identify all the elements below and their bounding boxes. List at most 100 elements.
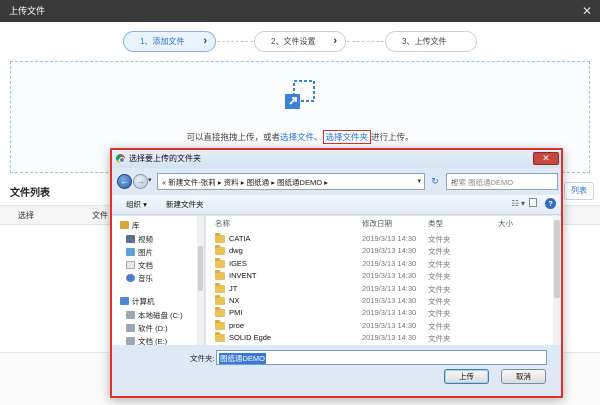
refresh-icon[interactable]: ↻ — [428, 173, 442, 190]
navigation-pane: 库 视频 图片 文档 音乐 计算机 本地磁盘 (C:) 软件 (D:) 文档 (… — [112, 216, 205, 345]
nav-item-drive-c[interactable]: 本地磁盘 (C:) — [126, 310, 183, 321]
chevron-down-icon[interactable]: ▾ — [417, 177, 421, 185]
library-icon — [120, 221, 129, 229]
folder-name-input[interactable]: 图纸通DEMO — [216, 350, 547, 365]
folder-name-value: 图纸通DEMO — [219, 353, 266, 364]
file-type: 文件夹 — [428, 272, 451, 282]
step-divider — [217, 41, 253, 42]
column-select: 选择 — [18, 211, 34, 220]
upload-button[interactable]: 上传 — [444, 369, 489, 384]
search-input[interactable]: 搜索 图纸通DEMO ⌕ — [446, 173, 558, 190]
drive-icon — [126, 337, 135, 345]
back-button[interactable]: ← — [117, 174, 132, 189]
nav-item-drive-e[interactable]: 文档 (E:) — [126, 336, 167, 345]
file-type: 文件夹 — [428, 284, 451, 294]
view-options-icon[interactable]: ☷ ▾ — [512, 199, 525, 208]
nav-item-music[interactable]: 音乐 — [126, 273, 153, 284]
preview-pane-icon[interactable] — [529, 198, 537, 207]
folder-picker-dialog: 选择要上传的文件夹 ✕ ← → ▾ « 新建文件-张莉 ▸ 资料 ▸ 图纸通 ▸… — [110, 148, 563, 398]
file-date: 2019/3/13 14:30 — [362, 283, 417, 293]
recent-dropdown-icon[interactable]: ▾ — [148, 176, 152, 184]
close-icon[interactable]: ✕ — [582, 0, 592, 22]
file-date: 2019/3/13 14:30 — [362, 271, 417, 281]
nav-item-computer[interactable]: 计算机 — [120, 296, 155, 307]
file-row[interactable]: PMI 2019/3/13 14:30 文件夹 — [206, 307, 551, 319]
close-button[interactable]: ✕ — [533, 152, 559, 165]
list-scrollbar[interactable] — [553, 216, 561, 345]
file-row[interactable]: IGES 2019/3/13 14:30 文件夹 — [206, 257, 551, 270]
file-row[interactable]: JT 2019/3/13 14:30 文件夹 — [206, 282, 551, 295]
help-icon[interactable]: ? — [545, 198, 556, 209]
select-folder-link[interactable]: 选择文件夹 — [322, 130, 372, 144]
folder-icon — [215, 332, 225, 343]
file-type: 文件夹 — [428, 334, 451, 344]
address-bar[interactable]: « 新建文件-张莉 ▸ 资料 ▸ 图纸通 ▸ 图纸通DEMO ▸ ▾ — [157, 173, 425, 190]
picker-title-bar: 选择要上传的文件夹 ✕ — [112, 150, 561, 168]
file-name: NX — [229, 296, 240, 305]
file-date: 2019/3/13 14:30 — [362, 246, 417, 256]
file-row[interactable]: dwg 2019/3/13 14:30 文件夹 — [206, 245, 551, 257]
folder-icon — [215, 307, 225, 318]
column-name[interactable]: 名称 — [215, 218, 230, 229]
file-type: 文件夹 — [428, 247, 451, 257]
file-type: 文件夹 — [428, 321, 451, 331]
folder-icon — [215, 270, 225, 281]
music-icon — [126, 274, 135, 282]
folder-label: 文件夹: — [190, 354, 215, 363]
step-file-settings[interactable]: 2、文件设置 › — [254, 31, 346, 52]
new-folder-button[interactable]: 新建文件夹 — [166, 199, 204, 210]
nav-scrollbar[interactable] — [197, 216, 204, 345]
scroll-thumb[interactable] — [198, 246, 203, 291]
folder-icon — [215, 245, 225, 256]
nav-item-videos[interactable]: 视频 — [126, 234, 153, 245]
organize-menu[interactable]: 组织 ▾ — [126, 199, 147, 210]
step-upload-files[interactable]: 3、上传文件 — [385, 31, 477, 52]
chrome-icon — [116, 154, 125, 163]
file-row[interactable]: INVENT 2019/3/13 14:30 文件夹 — [206, 270, 551, 282]
folder-icon — [215, 233, 225, 243]
file-name: dwg — [229, 246, 243, 256]
file-type: 文件夹 — [428, 259, 451, 269]
scroll-thumb[interactable] — [554, 220, 560, 298]
drive-icon — [126, 324, 135, 332]
file-row[interactable]: NX 2019/3/13 14:30 文件夹 — [206, 295, 551, 307]
folder-icon — [215, 319, 225, 330]
list-column-headers: 名称 修改日期 类型 大小 — [206, 216, 561, 231]
search-icon[interactable]: ⌕ — [451, 176, 554, 187]
command-bar: 组织 ▾ 新建文件夹 ☷ ▾ ? — [112, 195, 561, 215]
chevron-right-icon: › — [203, 35, 207, 47]
file-name: SOLID Egde — [229, 333, 272, 343]
forward-button[interactable]: → — [133, 174, 148, 189]
upload-icon — [285, 80, 315, 109]
file-date: 2019/3/13 14:30 — [362, 258, 417, 268]
column-file: 文件 — [92, 211, 108, 220]
folder-icon — [215, 282, 225, 293]
nav-item-drive-d[interactable]: 软件 (D:) — [126, 323, 168, 334]
picker-title: 选择要上传的文件夹 — [129, 154, 201, 163]
file-name: CATIA — [229, 234, 251, 243]
file-row[interactable]: SOLID Egde 2019/3/13 14:30 文件夹 — [206, 332, 551, 344]
drive-icon — [126, 311, 135, 319]
file-row[interactable]: proe 2019/3/13 14:30 文件夹 — [206, 319, 551, 332]
list-action-button[interactable]: 列表 — [564, 182, 594, 200]
document-icon — [126, 261, 135, 269]
computer-icon — [120, 297, 129, 305]
column-size[interactable]: 大小 — [498, 218, 513, 229]
column-type[interactable]: 类型 — [428, 218, 443, 229]
column-date[interactable]: 修改日期 — [362, 218, 392, 229]
nav-item-documents[interactable]: 文档 — [126, 260, 153, 271]
nav-item-pictures[interactable]: 图片 — [126, 247, 153, 258]
picture-icon — [126, 248, 135, 256]
chevron-right-icon: › — [333, 35, 337, 47]
file-type: 文件夹 — [428, 235, 451, 244]
breadcrumb[interactable]: « 新建文件-张莉 ▸ 资料 ▸ 图纸通 ▸ 图纸通DEMO ▸ — [162, 177, 328, 188]
video-icon — [126, 235, 135, 243]
file-row[interactable]: CATIA 2019/3/13 14:30 文件夹 — [206, 233, 551, 245]
file-name: JT — [229, 283, 238, 293]
nav-item-library[interactable]: 库 — [120, 220, 140, 231]
select-files-link[interactable]: 选择文件 — [280, 132, 314, 142]
dialog-title-bar: 上传文件 ✕ — [0, 0, 600, 22]
cancel-button[interactable]: 取消 — [501, 369, 546, 384]
file-name: IGES — [229, 258, 247, 268]
step-add-files[interactable]: 1、添加文件 › — [123, 31, 216, 52]
